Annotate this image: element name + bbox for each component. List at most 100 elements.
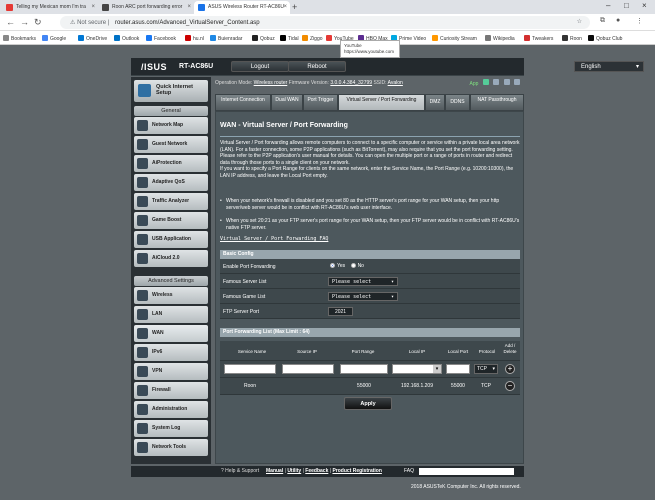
bookmark-item[interactable]: hu.nl <box>185 35 204 42</box>
bookmark-item[interactable]: Tidal <box>280 35 299 42</box>
url-input[interactable]: ⚠ Not secure | router.asus.com/Advanced_… <box>60 16 590 29</box>
sidebar-item-adaptive-qos[interactable]: Adaptive QoS <box>134 174 208 191</box>
sidebar-item-wireless[interactable]: Wireless <box>134 287 208 304</box>
sidebar-item-lan[interactable]: LAN <box>134 306 208 323</box>
add-rule-button[interactable]: + <box>505 364 515 374</box>
tab-dmz[interactable]: DMZ <box>425 94 445 111</box>
yes-radio[interactable] <box>330 263 335 268</box>
quick-internet-setup[interactable]: Quick Internet Setup <box>134 80 208 102</box>
tab-internet-connection[interactable]: Internet Connection <box>215 94 271 111</box>
no-radio[interactable] <box>350 263 356 268</box>
tools-icon <box>137 442 148 453</box>
sidebar: Quick Internet Setup General Network Map… <box>131 77 211 464</box>
utility-link[interactable]: Utility <box>287 468 301 474</box>
bookmark-item[interactable]: Bookmarks <box>3 35 36 42</box>
browser-tab-1[interactable]: Telling my Mexican mom I'm tra × <box>2 1 98 14</box>
sidebar-item-usb-application[interactable]: USB Application <box>134 231 208 248</box>
forward-icon[interactable]: → <box>20 17 29 27</box>
bookmark-item[interactable]: Google <box>42 35 66 42</box>
faq-search-input[interactable] <box>419 468 514 475</box>
local-ip-input[interactable]: ▾ <box>392 364 442 374</box>
sidebar-item-firewall[interactable]: Firewall <box>134 382 208 399</box>
table-row: Roon 55000 192.168.1.209 55000 TCP − <box>220 378 520 395</box>
close-icon[interactable]: × <box>91 4 95 10</box>
warning-icon: ⚠ <box>70 20 76 26</box>
operation-mode-link[interactable]: Wireless router <box>254 80 288 86</box>
bookmark-item[interactable]: Qobuz <box>252 35 275 42</box>
sidebar-item-guest-network[interactable]: Guest Network <box>134 136 208 153</box>
sidebar-item-wan[interactable]: WAN <box>134 325 208 342</box>
tab-virtual-server[interactable]: Virtual Server / Port Forwarding <box>338 94 425 111</box>
product-registration-link[interactable]: Product Registration <box>332 468 381 474</box>
tab-dual-wan[interactable]: Dual WAN <box>271 94 303 111</box>
usb-status-icon[interactable] <box>514 79 520 85</box>
ftp-port-row: FTP Server Port 2021 <box>220 304 520 319</box>
sidebar-item-network-map[interactable]: Network Map <box>134 117 208 134</box>
sidebar-item-game-boost[interactable]: Game Boost <box>134 212 208 229</box>
sidebar-item-vpn[interactable]: VPN <box>134 363 208 380</box>
bookmark-item[interactable]: Buienradar <box>210 35 242 42</box>
apply-button[interactable]: Apply <box>344 397 392 410</box>
bookmark-item[interactable]: Outlook <box>114 35 139 42</box>
feedback-link[interactable]: Feedback <box>305 468 328 474</box>
wifi-status-icon[interactable] <box>503 79 510 85</box>
firmware-link[interactable]: 3.0.0.4.384_32799 <box>330 80 372 86</box>
sidebar-item-aicloud[interactable]: AiCloud 2.0 <box>134 250 208 267</box>
protocol-select[interactable]: TCP <box>474 364 498 374</box>
tab-ddns[interactable]: DDNS <box>445 94 470 111</box>
sidebar-item-administration[interactable]: Administration <box>134 401 208 418</box>
local-port-input[interactable] <box>446 364 470 374</box>
sidebar-item-traffic-analyzer[interactable]: Traffic Analyzer <box>134 193 208 210</box>
bookmark-item[interactable]: Qobuz Club <box>588 35 622 42</box>
language-select[interactable]: English ▾ <box>574 61 644 72</box>
app-label[interactable]: App <box>470 81 479 87</box>
service-name-input[interactable] <box>224 364 276 374</box>
bookmark-item[interactable]: Tweakers <box>524 35 553 42</box>
browser-tab-3[interactable]: ASUS Wireless Router RT-AC86U × <box>194 1 290 14</box>
window-close-icon[interactable]: × <box>642 1 647 10</box>
close-icon[interactable]: × <box>283 4 287 10</box>
browser-tab-2[interactable]: Roon ARC port forwarding error × <box>98 1 194 14</box>
sidebar-item-ipv6[interactable]: IPv6 <box>134 344 208 361</box>
close-icon[interactable]: × <box>187 4 191 10</box>
back-icon[interactable]: ← <box>6 17 15 27</box>
help-support-label: ? Help & Support <box>221 468 260 474</box>
new-tab-icon[interactable]: + <box>292 2 297 12</box>
sidebar-item-network-tools[interactable]: Network Tools <box>134 439 208 456</box>
extensions-icon[interactable]: ⧉ <box>600 17 605 25</box>
reboot-button[interactable]: Reboot <box>288 61 346 72</box>
profile-icon[interactable]: ● <box>616 17 620 24</box>
delete-rule-button[interactable]: − <box>505 381 515 391</box>
page-title: WAN - Virtual Server / Port Forwarding <box>220 122 348 129</box>
advanced-section-title: Advanced Settings <box>134 276 208 286</box>
manual-link[interactable]: Manual <box>266 468 283 474</box>
sidebar-item-aiprotection[interactable]: AiProtection <box>134 155 208 172</box>
menu-icon[interactable]: ⋮ <box>636 17 643 25</box>
bookmark-item[interactable]: Ziggo <box>302 35 323 42</box>
tab-nat-passthrough[interactable]: NAT Passthrough <box>470 94 524 111</box>
bookmark-tooltip: YouTube https://www.youtube.com <box>340 40 400 58</box>
faq-link[interactable]: Virtual Server / Port Forwarding FAQ <box>220 236 328 242</box>
app-icon[interactable] <box>482 79 489 85</box>
sidebar-item-system-log[interactable]: System Log <box>134 420 208 437</box>
bookmark-item[interactable]: Wikipedia <box>485 35 515 42</box>
minimize-icon[interactable]: – <box>606 1 610 10</box>
reload-icon[interactable]: ↻ <box>34 17 42 28</box>
port-range-input[interactable] <box>340 364 388 374</box>
maximize-icon[interactable]: □ <box>624 1 629 10</box>
famous-server-select[interactable]: Please select <box>328 277 398 286</box>
star-icon[interactable]: ☆ <box>577 18 582 25</box>
firewall-icon <box>137 385 148 396</box>
bookmark-item[interactable]: Curiosity Stream <box>432 35 477 42</box>
famous-game-select[interactable]: Please select <box>328 292 398 301</box>
bookmark-item[interactable]: Facebook <box>146 35 176 42</box>
user-icon[interactable] <box>493 79 500 85</box>
ftp-port-input[interactable]: 2021 <box>328 307 353 316</box>
bookmark-item[interactable]: OneDrive <box>78 35 107 42</box>
tab-port-trigger[interactable]: Port Trigger <box>303 94 338 111</box>
logout-button[interactable]: Logout <box>231 61 289 72</box>
source-ip-input[interactable] <box>282 364 334 374</box>
bookmark-item[interactable]: Roon <box>562 35 582 42</box>
globe-icon <box>138 84 151 97</box>
ssid-link[interactable]: Avalon <box>388 80 403 86</box>
